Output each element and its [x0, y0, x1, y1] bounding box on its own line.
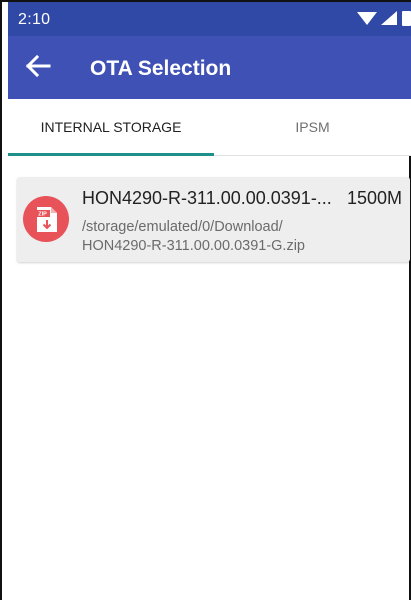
file-path: /storage/emulated/0/Download/ HON4290-R-…	[82, 219, 305, 254]
tab-indicator	[8, 153, 214, 156]
tab-ipsm[interactable]: IPSM	[214, 99, 411, 155]
arrow-back-icon	[25, 54, 51, 83]
status-time: 2:10	[18, 11, 51, 28]
list-item[interactable]: ZIP HON4290-R-311.00.00.0391-... 1500M /…	[17, 177, 410, 262]
screen: 2:10 OTA Selection INTERNAL STORAGE IPSM…	[0, 0, 411, 600]
page-title: OTA Selection	[90, 57, 232, 80]
battery-icon	[401, 10, 411, 31]
status-icons	[357, 10, 411, 31]
status-bar: 2:10	[8, 2, 411, 36]
tab-bar: INTERNAL STORAGE IPSM	[8, 99, 411, 156]
file-name: HON4290-R-311.00.00.0391-...	[82, 188, 332, 208]
app-bar: OTA Selection	[8, 36, 411, 99]
back-button[interactable]	[22, 52, 54, 84]
file-size: 1500M	[346, 188, 402, 208]
cell-signal-icon	[380, 10, 398, 31]
tab-internal-storage[interactable]: INTERNAL STORAGE	[8, 99, 214, 155]
frame-edge	[0, 0, 2, 600]
zip-icon-label: ZIP	[38, 212, 47, 218]
zip-file-icon: ZIP	[23, 196, 69, 242]
wifi-icon	[357, 10, 377, 31]
